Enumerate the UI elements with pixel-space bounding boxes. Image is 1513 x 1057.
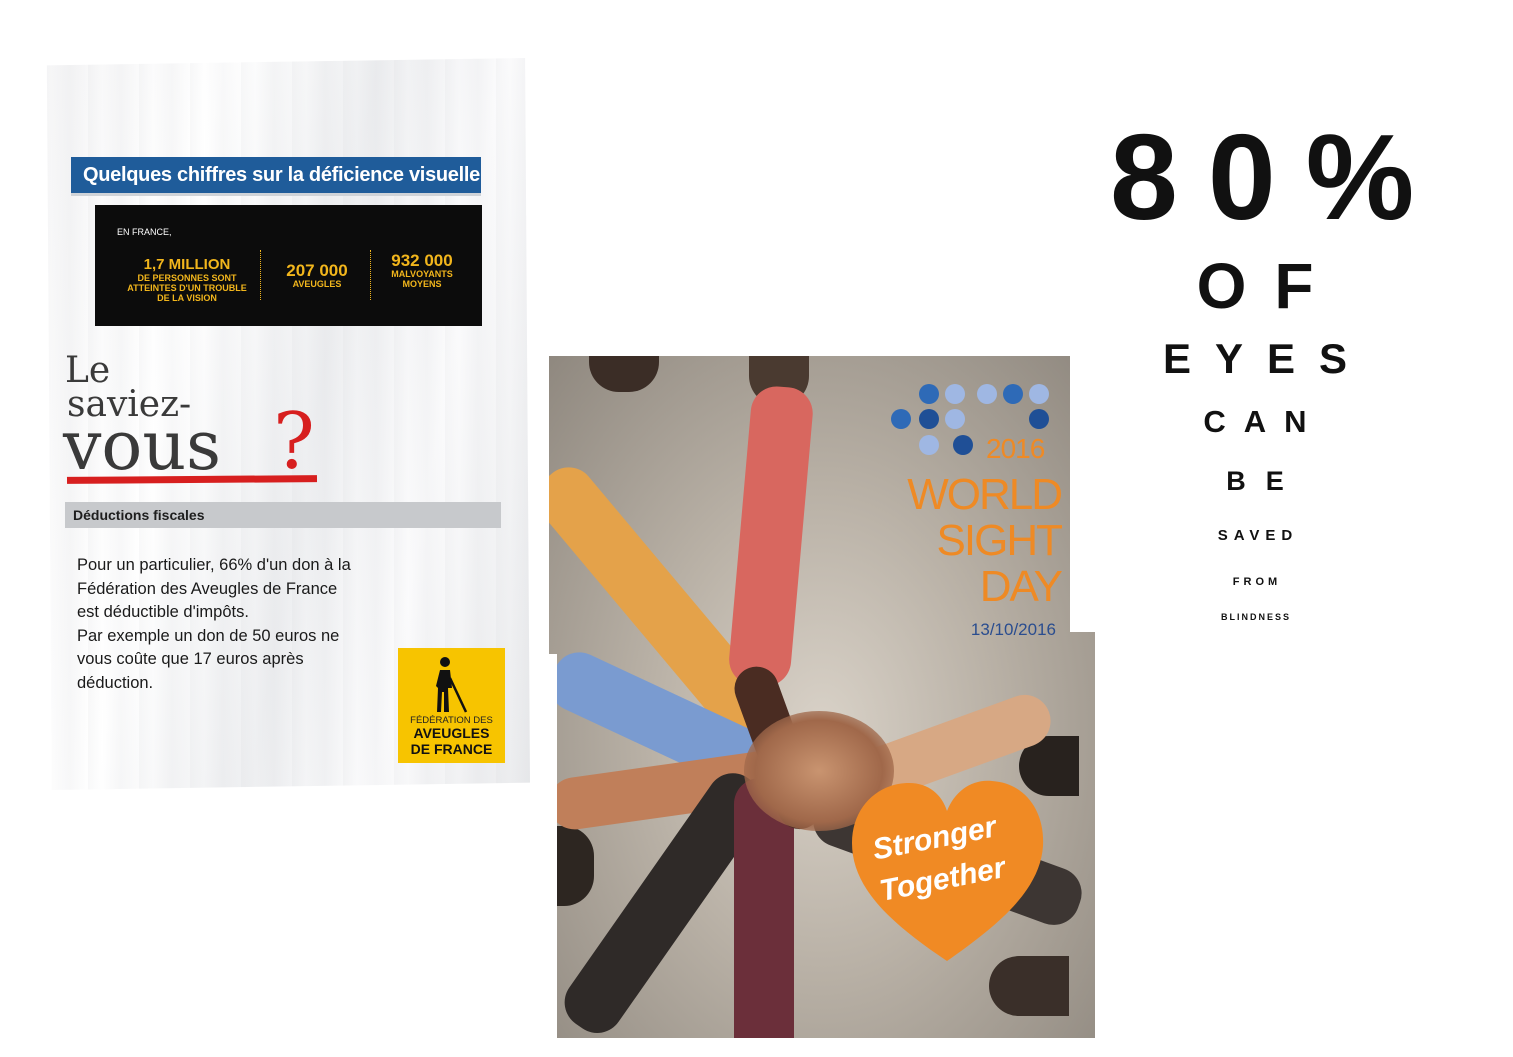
stats-intro: EN FRANCE, (117, 227, 172, 237)
flyer-header-bar: Quelques chiffres sur la déficience visu… (71, 157, 481, 196)
stat-number: 1,7 MILLION (143, 256, 231, 273)
question-mark: ? (273, 397, 315, 487)
stat-number: 932 000 (391, 251, 453, 270)
stat-low-vision: 932 000 MALVOYANTS MOYENS (377, 251, 467, 289)
stat-label: ATTEINTES D'UN TROUBLE (127, 283, 247, 293)
stat-divider (370, 250, 371, 300)
eye-chart-line: OF (1196, 250, 1342, 322)
arm-shape (726, 384, 815, 689)
body-line: est déductible d'impôts. (77, 603, 249, 621)
section-title: Déductions fiscales (73, 507, 205, 523)
eye-chart-line: BLINDNESS (1220, 612, 1291, 622)
event-year: 2016 (986, 433, 1045, 464)
event-title-line1: WORLD (907, 470, 1063, 519)
eye-chart-line: CAN (1203, 404, 1325, 439)
flyer-header-title: Quelques chiffres sur la déficience visu… (83, 164, 480, 186)
french-flyer: Quelques chiffres sur la déficience visu… (46, 58, 530, 790)
body-line: Fédération des Aveugles de France (77, 579, 338, 598)
eye-chart-line: 80% (1110, 109, 1445, 245)
eye-chart-line: BE (1226, 466, 1304, 496)
stats-box: EN FRANCE, 1,7 MILLION DE PERSONNES SONT… (95, 205, 482, 326)
body-text: Pour un particulier, 66% d'un don à la F… (77, 554, 422, 695)
logo-line2: AVEUGLES (413, 725, 490, 741)
stat-label: AVEUGLES (292, 279, 342, 289)
event-date: 13/10/2016 (970, 620, 1056, 639)
blind-person-icon (436, 657, 468, 713)
stat-blind: 207 000 AVEUGLES (267, 261, 367, 289)
eye-chart-line: FROM (1232, 576, 1282, 588)
headline-line3: vous (63, 407, 222, 486)
world-sight-day-poster: 2016 WORLD SIGHT DAY 13/10/2016 Stronger… (549, 356, 1095, 1038)
federation-logo: FÉDÉRATION DES AVEUGLES DE FRANCE (398, 648, 505, 763)
poster-edge (549, 654, 557, 1038)
logo-line3: DE FRANCE (410, 741, 493, 757)
body-line: déduction. (77, 673, 154, 692)
event-title-line2: SIGHT (936, 516, 1063, 565)
stat-affected: 1,7 MILLION DE PERSONNES SONT ATTEINTES … (117, 256, 257, 304)
event-title-line3: DAY (979, 562, 1063, 611)
stat-label: MOYENS (402, 279, 442, 289)
body-line: Par exemple un don de 50 euros ne (77, 626, 340, 645)
body-line: Pour un particulier, 66% d'un don à la (77, 556, 351, 574)
stat-label: DE PERSONNES SONT (137, 273, 237, 283)
shoe-shape (589, 356, 659, 392)
body-line: vous coûte que 17 euros après (77, 650, 304, 668)
stat-label: MALVOYANTS (391, 269, 453, 279)
stat-divider (260, 250, 261, 300)
eye-chart-line: EYES (1162, 335, 1372, 382)
section-bar: Déductions fiscales (65, 502, 501, 528)
stat-label: DE LA VISION (157, 293, 217, 303)
eye-chart-line: SAVED (1217, 527, 1299, 544)
stat-number: 207 000 (286, 261, 348, 280)
